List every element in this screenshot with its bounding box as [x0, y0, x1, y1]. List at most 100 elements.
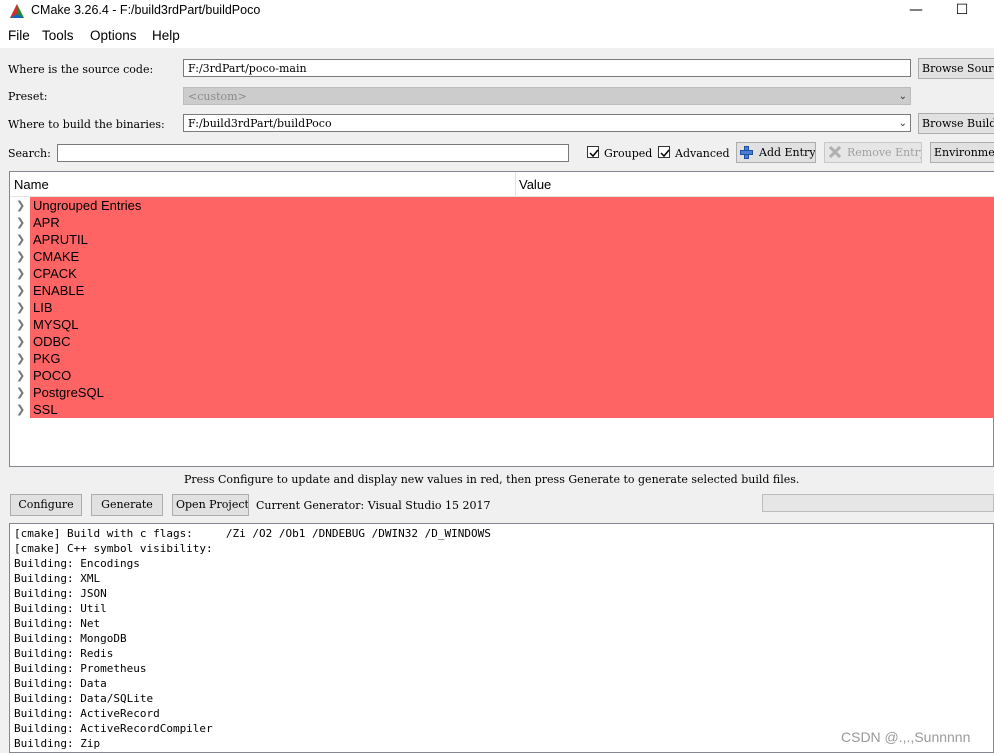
chevron-right-icon[interactable]: ❯: [16, 369, 25, 382]
tree-row-label: ENABLE: [33, 283, 85, 298]
log-line: Building: Util: [14, 602, 107, 615]
tree-rows: ❯ Ungrouped Entries ❯ APR ❯ APRUTIL ❯ CMAKE …: [10, 197, 994, 418]
column-value-header[interactable]: Value: [519, 177, 551, 192]
menu-file[interactable]: File: [8, 28, 30, 43]
tree-row-mysql[interactable]: ❯ MYSQL: [10, 316, 994, 333]
log-line: [cmake] Build with c flags: /Zi /O2 /Ob1…: [14, 527, 491, 540]
menu-options[interactable]: Options: [90, 28, 137, 43]
grouped-checkbox[interactable]: [587, 146, 599, 158]
menu-bar: File Tools Options Help: [0, 26, 994, 46]
new-value-highlight: [30, 333, 994, 350]
minimize-button[interactable]: —: [893, 0, 939, 22]
remove-entry-button: Remove Entry: [824, 142, 922, 163]
tree-header: Name Value: [10, 172, 994, 197]
new-value-highlight: [30, 367, 994, 384]
log-line: Building: Encodings: [14, 557, 140, 570]
browse-build-button[interactable]: Browse Build...: [918, 113, 994, 134]
output-lines: [cmake] Build with c flags: /Zi /O2 /Ob1…: [10, 526, 491, 751]
tree-row-cpack[interactable]: ❯ CPACK: [10, 265, 994, 282]
tree-row-apr[interactable]: ❯ APR: [10, 214, 994, 231]
search-label: Search:: [8, 147, 51, 160]
tree-row-ungrouped[interactable]: ❯ Ungrouped Entries: [10, 197, 994, 214]
log-line: Building: ActiveRecord: [14, 707, 160, 720]
binaries-path-select[interactable]: F:/build3rdPart/buildPoco ⌄: [183, 114, 911, 132]
new-value-highlight: [30, 214, 994, 231]
generate-button[interactable]: Generate: [91, 494, 163, 516]
log-line: Building: Data/SQLite: [14, 692, 154, 705]
menu-tools[interactable]: Tools: [42, 28, 74, 43]
chevron-right-icon[interactable]: ❯: [16, 233, 25, 246]
tree-row-label: PKG: [33, 351, 61, 366]
tree-row-label: CPACK: [33, 266, 77, 281]
chevron-right-icon[interactable]: ❯: [16, 250, 25, 263]
chevron-right-icon[interactable]: ❯: [16, 301, 25, 314]
tree-row-label: APR: [33, 215, 60, 230]
tree-row-lib[interactable]: ❯ LIB: [10, 299, 994, 316]
tree-row-enable[interactable]: ❯ ENABLE: [10, 282, 994, 299]
current-generator-text: Current Generator: Visual Studio 15 2017: [256, 499, 491, 512]
log-line: Building: Net: [14, 617, 101, 630]
chevron-right-icon[interactable]: ❯: [16, 199, 25, 212]
tree-row-ssl[interactable]: ❯ SSL: [10, 401, 994, 418]
new-value-highlight: [30, 248, 994, 265]
add-entry-button[interactable]: Add Entry: [736, 142, 816, 163]
log-line: Building: Data: [14, 677, 107, 690]
tree-row-postgresql[interactable]: ❯ PostgreSQL: [10, 384, 994, 401]
chevron-right-icon[interactable]: ❯: [16, 335, 25, 348]
open-project-button[interactable]: Open Project: [172, 494, 249, 516]
chevron-down-icon: ⌄: [898, 91, 907, 102]
log-line: Building: JSON: [14, 587, 107, 600]
chevron-right-icon[interactable]: ❯: [16, 216, 25, 229]
checkmark-icon: [660, 149, 670, 158]
cmake-logo-icon: [10, 4, 24, 18]
tree-row-label: APRUTIL: [33, 232, 88, 247]
tree-row-cmake[interactable]: ❯ CMAKE: [10, 248, 994, 265]
log-line: Building: Redis: [14, 647, 114, 660]
new-value-highlight: [30, 350, 994, 367]
csdn-watermark: CSDN @.,.,Sunnnnn: [841, 729, 971, 745]
advanced-label: Advanced: [675, 147, 730, 160]
log-line: Building: XML: [14, 572, 101, 585]
grouped-label: Grouped: [604, 147, 653, 160]
maximize-button[interactable]: ☐: [939, 0, 985, 22]
column-name-header[interactable]: Name: [14, 177, 49, 192]
binaries-path-value: F:/build3rdPart/buildPoco: [188, 117, 332, 130]
new-value-highlight: [30, 384, 994, 401]
tree-row-odbc[interactable]: ❯ ODBC: [10, 333, 994, 350]
chevron-right-icon[interactable]: ❯: [16, 284, 25, 297]
log-line: Building: MongoDB: [14, 632, 127, 645]
tree-row-pkg[interactable]: ❯ PKG: [10, 350, 994, 367]
chevron-right-icon[interactable]: ❯: [16, 267, 25, 280]
tree-row-aprutil[interactable]: ❯ APRUTIL: [10, 231, 994, 248]
chevron-down-icon: ⌄: [898, 118, 907, 129]
cache-tree[interactable]: Name Value ❯ Ungrouped Entries ❯ APR ❯ APRU…: [9, 171, 994, 467]
title-bar: CMake 3.26.4 - F:/build3rdPart/buildPoco…: [0, 0, 994, 22]
preset-value: <custom>: [188, 90, 247, 103]
advanced-checkbox[interactable]: [658, 146, 670, 158]
browse-source-button[interactable]: Browse Source...: [918, 58, 994, 79]
log-line: Building: ActiveRecordCompiler: [14, 722, 213, 735]
search-input[interactable]: [57, 144, 569, 162]
tree-row-label: MYSQL: [33, 317, 79, 332]
output-log[interactable]: [cmake] Build with c flags: /Zi /O2 /Ob1…: [9, 523, 994, 753]
tree-row-label: SSL: [33, 402, 58, 417]
tree-row-label: CMAKE: [33, 249, 80, 264]
environment-button[interactable]: Environment...: [930, 142, 994, 163]
source-label: Where is the source code:: [8, 63, 154, 76]
column-divider[interactable]: [515, 172, 516, 196]
configure-hint: Press Configure to update and display ne…: [184, 473, 800, 486]
remove-entry-label: Remove Entry: [847, 146, 922, 159]
binaries-label: Where to build the binaries:: [8, 118, 165, 131]
menu-help[interactable]: Help: [152, 28, 180, 43]
chevron-right-icon[interactable]: ❯: [16, 352, 25, 365]
chevron-right-icon[interactable]: ❯: [16, 403, 25, 416]
log-line: [cmake] C++ symbol visibility:: [14, 542, 213, 555]
progress-bar: [762, 494, 994, 512]
main-panel: Where is the source code: F:/3rdPart/poc…: [0, 48, 994, 753]
tree-row-poco[interactable]: ❯ POCO: [10, 367, 994, 384]
tree-row-label: LIB: [33, 300, 53, 315]
chevron-right-icon[interactable]: ❯: [16, 386, 25, 399]
chevron-right-icon[interactable]: ❯: [16, 318, 25, 331]
configure-button[interactable]: Configure: [10, 494, 82, 516]
source-path-input[interactable]: F:/3rdPart/poco-main: [183, 59, 911, 77]
